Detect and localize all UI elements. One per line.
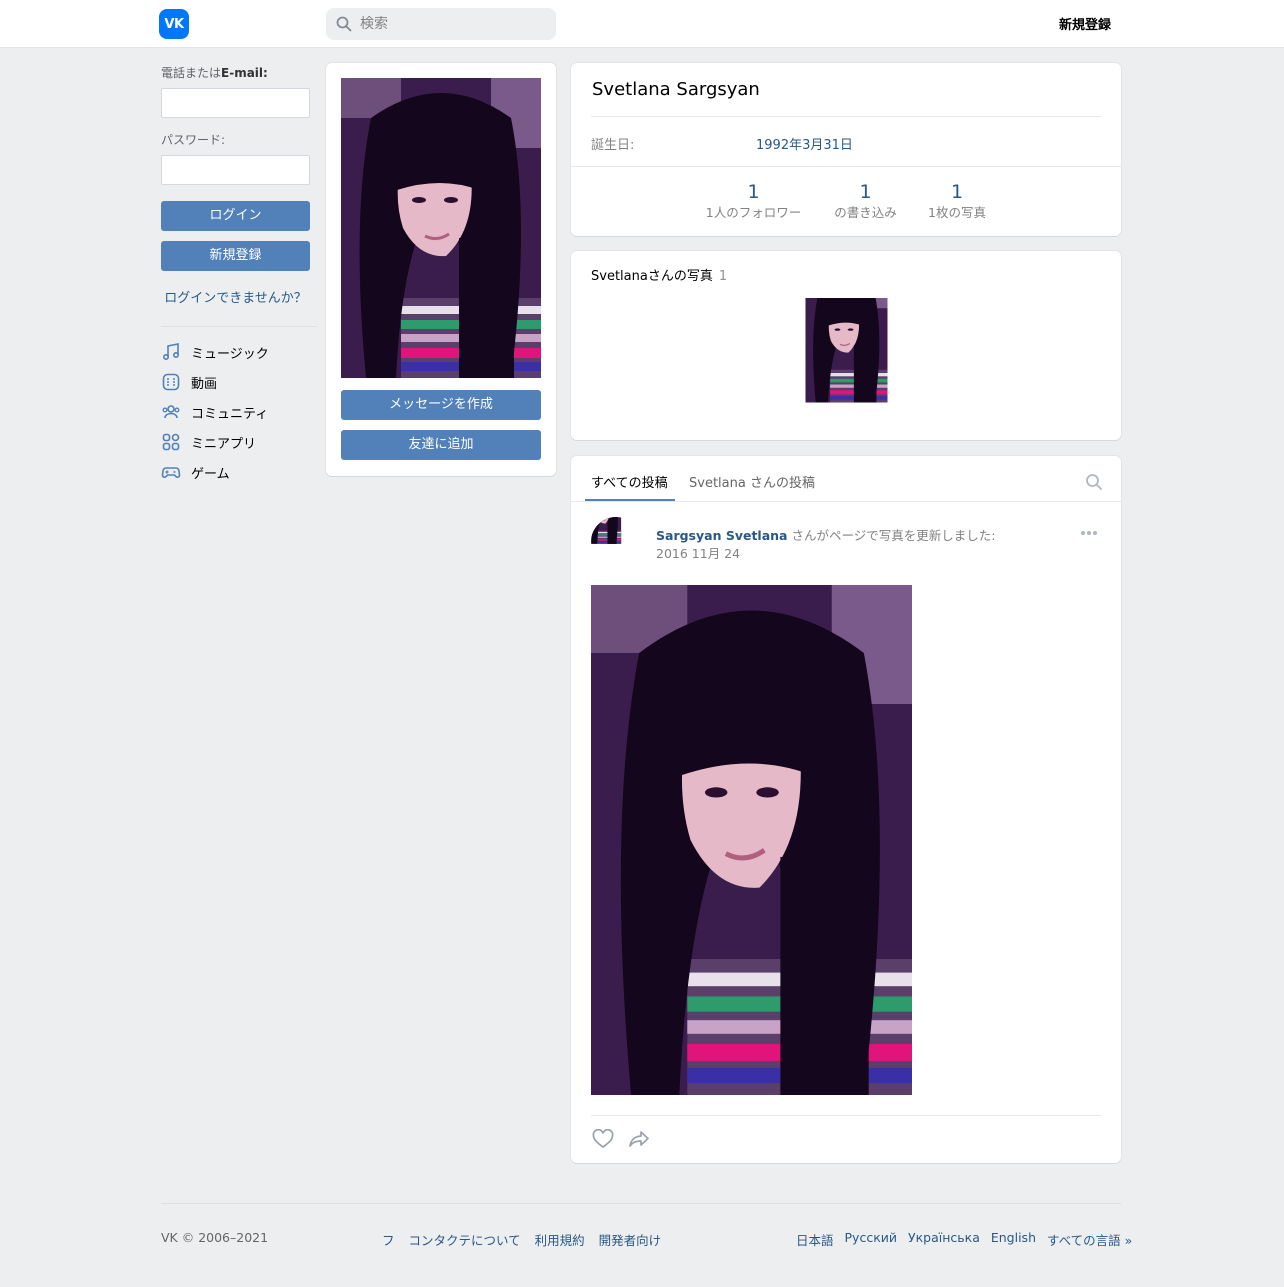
- share-icon[interactable]: [628, 1129, 650, 1149]
- gamepad-icon: [161, 467, 181, 478]
- header-register-link[interactable]: 新規登録: [1040, 14, 1130, 33]
- sidebar-item-label: コミュニティ: [191, 406, 269, 422]
- language-russian[interactable]: Русский: [845, 1230, 897, 1249]
- language-ukrainian[interactable]: Українська: [908, 1230, 980, 1249]
- footer-link-terms[interactable]: 利用規約: [535, 1230, 585, 1249]
- wall-card: すべての投稿 Svetlana さんの投稿 Sargsyan Svetlana …: [571, 456, 1121, 1163]
- post-action-text: さんがページで写真を更新しました:: [787, 528, 996, 543]
- footer-link[interactable]: フ: [382, 1230, 395, 1249]
- photos-card: Svetlanaさんの写真 1: [571, 251, 1121, 440]
- heart-icon[interactable]: [592, 1129, 614, 1149]
- post-date-link[interactable]: 2016 11月 24: [656, 543, 740, 562]
- search-icon[interactable]: [1085, 473, 1103, 491]
- sidebar-divider: [161, 326, 317, 327]
- search-icon: [336, 16, 352, 32]
- write-message-button[interactable]: メッセージを作成: [341, 390, 541, 420]
- counter-posts[interactable]: 1 の書き込み: [828, 179, 903, 221]
- community-icon: [162, 405, 180, 419]
- profile-photo-card: メッセージを作成 友達に追加: [326, 63, 556, 476]
- mini-apps-icon: [162, 433, 180, 451]
- copyright: VK © 2006–2021: [161, 1230, 269, 1245]
- divider: [591, 1115, 1101, 1116]
- search-box[interactable]: [326, 8, 556, 40]
- sidebar-item-label: ミニアプリ: [191, 436, 257, 452]
- all-languages-link[interactable]: すべての言語 »: [1047, 1230, 1132, 1249]
- counter-label: 1人のフォロワー: [705, 205, 802, 220]
- register-button[interactable]: 新規登録: [161, 241, 310, 271]
- page-title: Svetlana Sargsyan: [592, 79, 760, 100]
- post-header: Sargsyan Svetlana さんがページで写真を更新しました:: [656, 525, 995, 544]
- photo-thumbnail[interactable]: [785, 298, 908, 421]
- sidebar-item-community[interactable]: コミュニティ: [161, 397, 317, 427]
- birthday-label: 誕生日:: [591, 138, 635, 153]
- post-author-link[interactable]: Sargsyan Svetlana: [656, 528, 787, 543]
- sidebar-item-mini-apps[interactable]: ミニアプリ: [161, 427, 317, 457]
- tab-all-posts[interactable]: すべての投稿: [591, 472, 668, 502]
- divider: [571, 166, 1121, 167]
- phone-email-input[interactable]: [161, 88, 310, 118]
- counter-followers[interactable]: 1 1人のフォロワー: [701, 179, 806, 221]
- language-english[interactable]: English: [991, 1230, 1036, 1249]
- birthday-value-link[interactable]: 1992年3月31日: [756, 134, 853, 153]
- photos-header-link[interactable]: Svetlanaさんの写真 1: [591, 265, 727, 284]
- sidebar-item-video[interactable]: 動画: [161, 367, 317, 397]
- password-input[interactable]: [161, 155, 310, 185]
- post-photo[interactable]: [591, 585, 912, 1095]
- sidebar-item-music[interactable]: ミュージック: [161, 337, 317, 367]
- login-button[interactable]: ログイン: [161, 201, 310, 231]
- sidebar-item-label: 動画: [191, 376, 218, 392]
- footer-link-about[interactable]: コンタクテについて: [409, 1230, 521, 1249]
- counter-label: の書き込み: [834, 205, 897, 220]
- counter-photos[interactable]: 1 1枚の写真: [923, 179, 991, 221]
- music-icon: [162, 343, 180, 361]
- counter-number: 1: [859, 181, 872, 203]
- divider: [571, 501, 1121, 502]
- counter-label: 1枚の写真: [928, 205, 986, 220]
- phone-email-label: 電話またはE-mail:: [161, 66, 268, 80]
- add-friend-button[interactable]: 友達に追加: [341, 430, 541, 460]
- video-icon: [162, 373, 180, 391]
- footer-languages: 日本語 Русский Українська English すべての言語 »: [796, 1230, 1132, 1249]
- vk-logo[interactable]: VK: [159, 9, 189, 39]
- sidebar-item-label: ゲーム: [191, 466, 230, 482]
- password-label: パスワード:: [161, 133, 226, 147]
- left-sidebar: 電話またはE-mail: パスワード: ログイン 新規登録 ログインできませんか…: [161, 64, 317, 487]
- sidebar-menu: ミュージック 動画 コミュニティ ミニアプリ ゲーム: [161, 337, 317, 487]
- sidebar-item-label: ミュージック: [191, 346, 269, 362]
- counter-number: 1: [950, 181, 964, 203]
- profile-photo[interactable]: [341, 78, 541, 378]
- photos-count: 1: [718, 269, 728, 284]
- forgot-login-link[interactable]: ログインできませんか？: [161, 287, 310, 306]
- divider: [591, 116, 1101, 117]
- sidebar-item-games[interactable]: ゲーム: [161, 457, 317, 487]
- search-input[interactable]: [360, 16, 540, 32]
- top-header: VK 新規登録: [0, 0, 1284, 48]
- profile-info-card: Svetlana Sargsyan 誕生日: 1992年3月31日 1 1人のフ…: [571, 63, 1121, 236]
- tab-own-posts[interactable]: Svetlana さんの投稿: [689, 472, 815, 502]
- footer-divider: [161, 1203, 1121, 1204]
- avatar[interactable]: [591, 517, 641, 567]
- footer-link-developers[interactable]: 開発者向け: [599, 1230, 662, 1249]
- counter-number: 1: [747, 181, 760, 203]
- footer-links: フ コンタクテについて 利用規約 開発者向け: [382, 1230, 661, 1249]
- more-icon[interactable]: [1080, 528, 1098, 538]
- language-japanese[interactable]: 日本語: [796, 1230, 834, 1249]
